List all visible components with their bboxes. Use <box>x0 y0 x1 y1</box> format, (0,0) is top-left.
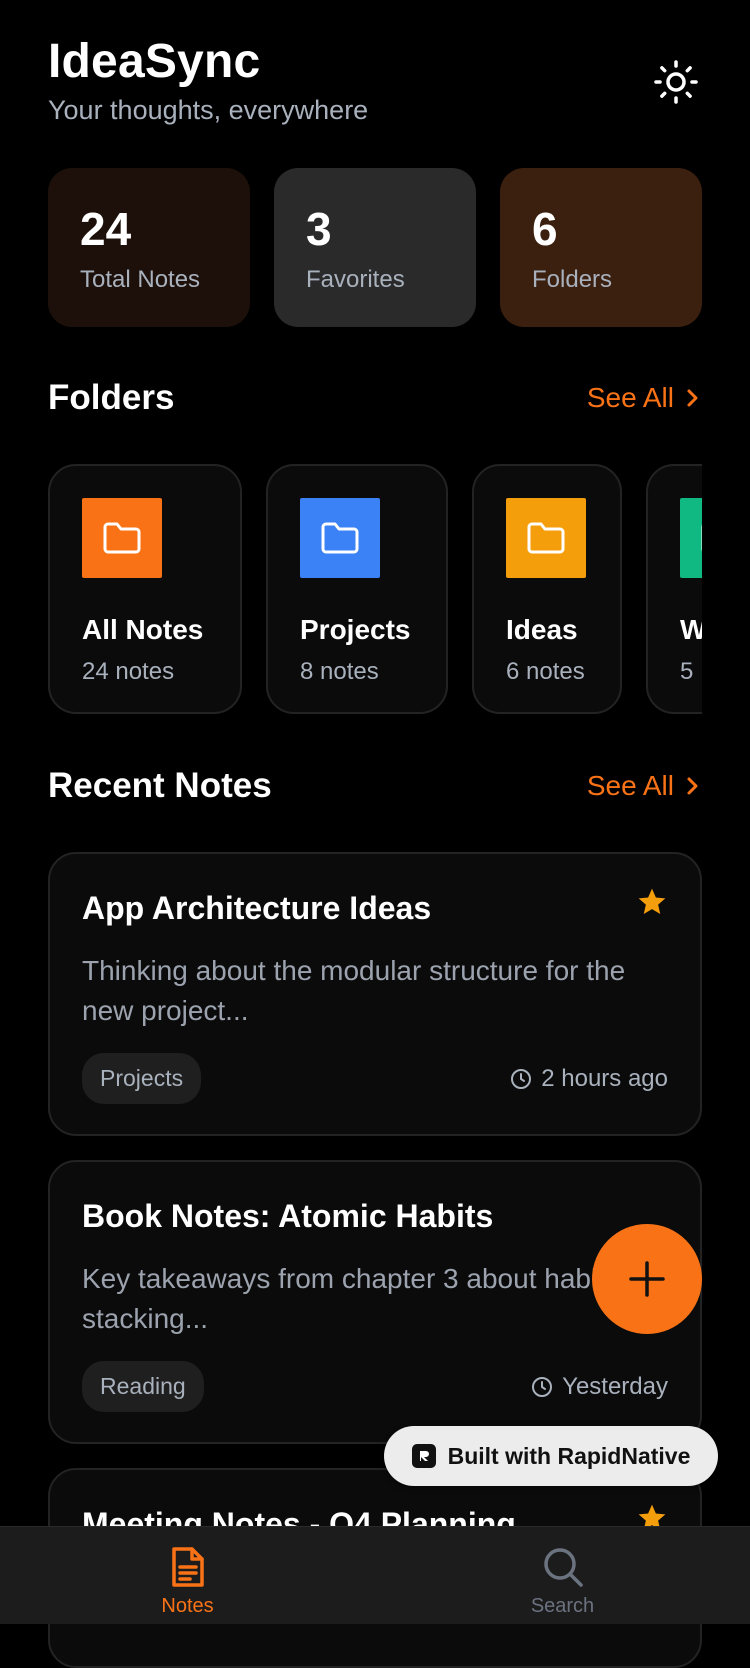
folder-icon <box>103 522 141 554</box>
note-preview: Key takeaways from chapter 3 about habit… <box>82 1263 605 1334</box>
note-footer: Reading Yesterday <box>82 1361 668 1412</box>
tab-label: Notes <box>161 1595 214 1617</box>
tab-label: Search <box>530 1595 595 1617</box>
note-title: Book Notes: Atomic Habits <box>82 1198 494 1234</box>
stat-value: 6 <box>532 203 558 255</box>
note-timestamp: Yesterday <box>530 1373 668 1401</box>
folders-carousel[interactable]: All Notes 24 notes Projects 8 notes Idea… <box>48 464 702 716</box>
note-time: 2 hours ago <box>541 1064 668 1092</box>
app-subtitle: Your thoughts, everywhere <box>48 95 369 125</box>
folders-title: Folders <box>48 378 175 417</box>
recent-section-header: Recent Notes See All <box>48 766 702 806</box>
plus-icon <box>629 1261 665 1297</box>
folder-icon-badge <box>82 498 162 578</box>
see-all-label: See All <box>586 770 674 801</box>
folder-icon <box>701 524 702 552</box>
add-note-button[interactable] <box>592 1224 702 1334</box>
chevron-right-icon <box>687 389 698 407</box>
folder-card-projects[interactable]: Projects 8 notes <box>266 464 448 714</box>
note-time: Yesterday <box>562 1372 668 1400</box>
star-filled-icon[interactable] <box>636 886 668 918</box>
note-tag: Reading <box>82 1361 204 1412</box>
clock-icon <box>511 1068 532 1089</box>
chevron-right-icon <box>687 777 698 795</box>
folder-name: Projects <box>300 614 411 645</box>
stats-row: 24 Total Notes 3 Favorites 6 Folders <box>48 168 702 327</box>
folder-icon-badge <box>680 498 702 578</box>
folder-name: All Notes <box>82 614 204 645</box>
folders-see-all-link[interactable]: See All <box>587 382 702 414</box>
header: IdeaSync Your thoughts, everywhere <box>48 34 702 144</box>
app-title: IdeaSync <box>48 35 261 88</box>
folders-section-header: Folders See All <box>48 378 702 418</box>
rapidnative-logo-icon <box>411 1444 436 1468</box>
see-all-label: See All <box>586 382 674 413</box>
folder-count: 6 notes <box>506 658 585 685</box>
note-tag: Projects <box>82 1053 202 1104</box>
stat-value: 24 <box>80 203 132 255</box>
folder-count: 8 notes <box>300 658 379 685</box>
note-card[interactable]: App Architecture Ideas Thinking about th… <box>48 852 702 1136</box>
tab-notes[interactable]: Notes <box>0 1527 375 1624</box>
folder-name: Ideas <box>506 614 578 645</box>
recent-see-all-link[interactable]: See All <box>587 770 702 802</box>
sun-icon <box>654 60 698 104</box>
theme-toggle-button[interactable] <box>650 56 702 108</box>
folder-card-ideas[interactable]: Ideas 6 notes <box>472 464 622 714</box>
folder-count: 24 notes <box>82 658 175 685</box>
folder-icon-badge <box>506 498 586 578</box>
stat-value: 3 <box>306 203 332 255</box>
search-icon <box>543 1548 583 1587</box>
folder-count: 5 <box>680 658 694 685</box>
folder-card-all-notes[interactable]: All Notes 24 notes <box>48 464 242 714</box>
note-preview: Thinking about the modular structure for… <box>82 955 626 1026</box>
folder-card-work[interactable]: W 5 <box>646 464 702 714</box>
note-timestamp: 2 hours ago <box>509 1065 668 1093</box>
clock-icon <box>532 1376 553 1397</box>
folder-name: W <box>680 614 702 645</box>
stat-card-favorites[interactable]: 3 Favorites <box>274 168 476 327</box>
stat-label: Favorites <box>306 266 405 293</box>
stat-card-folders[interactable]: 6 Folders <box>500 168 702 327</box>
stat-card-total-notes[interactable]: 24 Total Notes <box>48 168 250 327</box>
built-with-badge[interactable]: Built with RapidNative <box>384 1426 718 1486</box>
note-icon <box>171 1547 204 1587</box>
folder-icon <box>527 522 565 554</box>
badge-label: Built with RapidNative <box>447 1442 691 1469</box>
recent-title: Recent Notes <box>48 766 272 805</box>
bottom-tab-bar: Notes Search <box>0 1526 750 1624</box>
note-footer: Projects 2 hours ago <box>82 1053 668 1104</box>
folder-icon <box>321 522 359 554</box>
note-title: App Architecture Ideas <box>82 890 432 926</box>
folder-icon-badge <box>300 498 380 578</box>
tab-search[interactable]: Search <box>375 1527 750 1624</box>
stat-label: Folders <box>532 266 613 293</box>
stat-label: Total Notes <box>80 266 201 293</box>
